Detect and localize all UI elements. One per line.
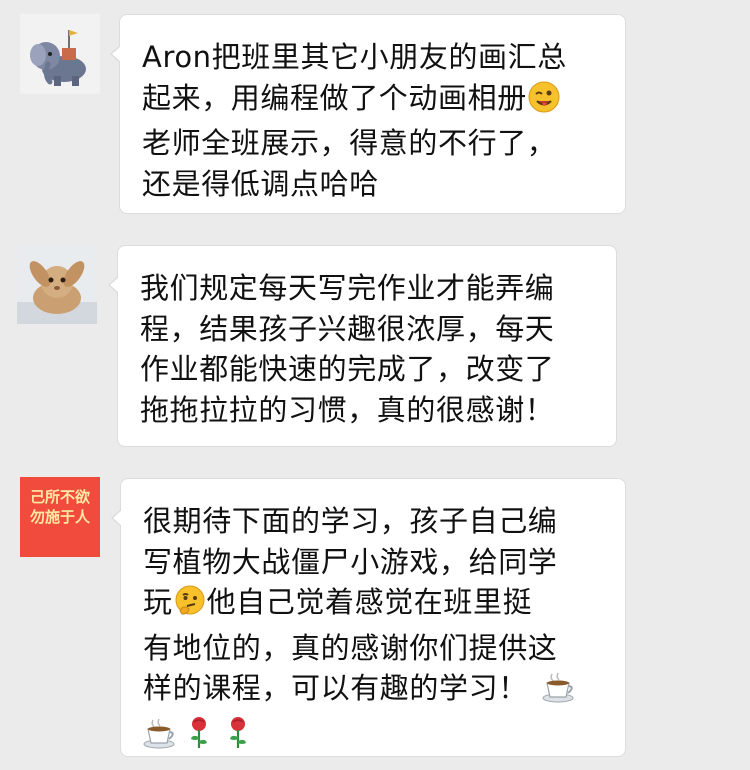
hot-beverage-emoji-icon	[542, 671, 576, 714]
message-2-line-3: 作业都能快速的完成了，改变了	[140, 352, 555, 386]
elephant-avatar-image	[20, 14, 100, 94]
message-2-line-4: 拖拖拉拉的习惯，真的很感谢！	[140, 392, 555, 427]
rose-emoji-icon	[225, 715, 251, 760]
message-bubble-2[interactable]: 我们规定每天写完作业才能弄编 程，结果孩子兴趣很浓厚，每天 作业都能快速的完成了…	[108, 245, 617, 447]
rabbit-avatar-image	[17, 244, 97, 324]
message-3-line-3-end: 他自己觉着感觉在班里挺	[206, 585, 533, 619]
message-3-line-6	[143, 714, 603, 760]
message-3-line-3: 玩他自己觉着感觉在班里挺	[143, 582, 603, 628]
rose-emoji-icon	[186, 715, 212, 760]
message-1-line-1: Aron把班里其它小朋友的画汇总	[142, 40, 567, 74]
message-3-line-5: 样的课程，可以有趣的学习！	[143, 668, 603, 714]
message-bubble-1[interactable]: Aron把班里其它小朋友的画汇总 起来，用编程做了个动画相册 老师全班展示，得意…	[110, 14, 626, 214]
avatar-elephant[interactable]	[20, 14, 100, 94]
avatar-motto-line-2: 勿施于人	[29, 508, 90, 526]
avatar-rabbit[interactable]	[17, 244, 97, 324]
message-3-line-3-start: 玩	[143, 585, 173, 619]
message-bubble-3[interactable]: 很期待下面的学习，孩子自己编 写植物大战僵尸小游戏，给同学 玩他自己觉着感觉在班…	[111, 478, 626, 760]
message-2-line-1: 我们规定每天写完作业才能弄编	[140, 271, 555, 305]
message-3-line-1: 很期待下面的学习，孩子自己编	[143, 504, 558, 538]
message-3-line-5-text: 样的课程，可以有趣的学习！	[143, 671, 528, 705]
winking-face-emoji-icon	[528, 81, 560, 124]
message-1-line-2: 起来，用编程做了个动画相册	[142, 78, 603, 124]
message-3-line-2: 写植物大战僵尸小游戏，给同学	[143, 544, 558, 579]
message-2-line-2: 程，结果孩子兴趣很浓厚，每天	[140, 311, 555, 346]
message-3-line-4: 有地位的，真的感谢你们提供这	[143, 630, 558, 665]
message-1-line-2-text: 起来，用编程做了个动画相册	[142, 80, 527, 115]
message-1-line-3: 老师全班展示，得意的不行了，	[142, 126, 557, 160]
avatar-motto[interactable]: 己所不欲 勿施于人	[20, 477, 100, 557]
hot-beverage-emoji-icon	[143, 717, 177, 760]
avatar-motto-line-1: 己所不欲	[29, 488, 90, 506]
thinking-face-emoji-icon	[174, 585, 206, 628]
message-1-line-4: 还是得低调点哈哈	[142, 166, 379, 201]
